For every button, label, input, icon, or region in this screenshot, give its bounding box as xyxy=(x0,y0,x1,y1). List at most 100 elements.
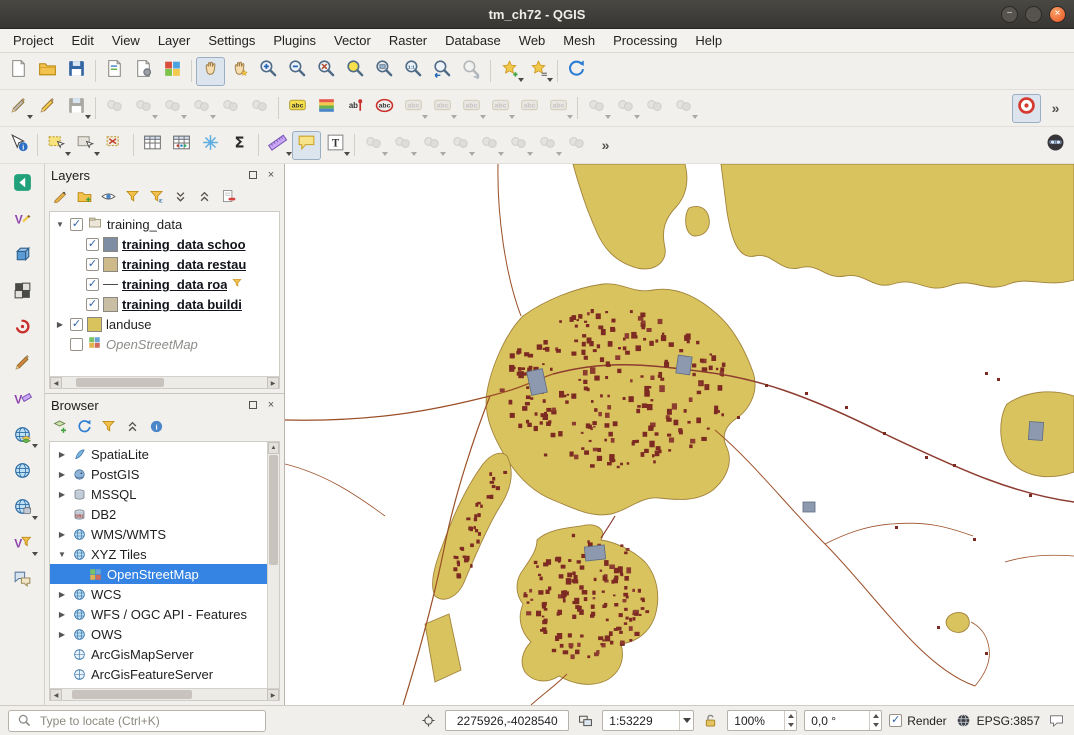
toolbar-overflow-3-button[interactable]: » xyxy=(591,131,620,160)
layer-visibility-checkbox[interactable] xyxy=(70,338,83,351)
new-bookmark-button[interactable] xyxy=(495,57,524,86)
browser-item-wfs-ogc-api-features[interactable]: ▶WFS / OGC API - Features xyxy=(50,604,267,624)
expander-icon[interactable]: ▼ xyxy=(54,220,66,229)
spin-down-icon[interactable] xyxy=(870,721,881,731)
filter-expression-button[interactable]: ε xyxy=(146,188,167,209)
scroll-track[interactable] xyxy=(62,689,267,700)
digitize-shape-button[interactable]: V xyxy=(7,205,38,236)
browser-item-db2[interactable]: DB2DB2 xyxy=(50,504,267,524)
vertex-tool-button[interactable] xyxy=(187,94,216,123)
geometry-gray-3-button[interactable] xyxy=(417,131,446,160)
layer-visibility-checkbox[interactable]: ✓ xyxy=(86,238,99,251)
label-rainbow-button[interactable] xyxy=(312,94,341,123)
browser-properties-button[interactable]: i xyxy=(146,418,167,439)
layer-item-landuse[interactable]: ▶✓landuse xyxy=(50,314,279,334)
zoom-full-button[interactable] xyxy=(312,57,341,86)
label-abc-button[interactable]: abc xyxy=(283,94,312,123)
chevron-down-icon[interactable] xyxy=(679,711,693,730)
text-annotation-button[interactable]: T xyxy=(321,131,350,160)
scale-combobox[interactable]: 1:53229 xyxy=(602,710,694,731)
menu-layer[interactable]: Layer xyxy=(149,31,200,50)
browser-item-xyz-tiles[interactable]: ▼XYZ Tiles xyxy=(50,544,267,564)
digitize-line-button[interactable] xyxy=(129,94,158,123)
browser-item-wcs[interactable]: ▶WCS xyxy=(50,584,267,604)
diagram-gray-4-button[interactable] xyxy=(669,94,698,123)
geometry-gray-8-button[interactable] xyxy=(562,131,591,160)
browser-panel-header[interactable]: Browser × xyxy=(45,394,284,416)
menu-edit[interactable]: Edit xyxy=(62,31,102,50)
browser-item-ows[interactable]: ▶OWS xyxy=(50,624,267,644)
label-gray-3-button[interactable]: abc xyxy=(457,94,486,123)
open-layer-styling-button[interactable] xyxy=(50,188,71,209)
browser-float-button[interactable] xyxy=(246,398,260,412)
spin-up-icon[interactable] xyxy=(870,711,881,721)
browser-close-button[interactable]: × xyxy=(264,398,278,412)
label-abc-ring-button[interactable]: abc xyxy=(370,94,399,123)
layout-manager-button[interactable] xyxy=(129,57,158,86)
crs-status-button[interactable]: EPSG:3857 xyxy=(954,711,1040,730)
layer-visibility-checkbox[interactable]: ✓ xyxy=(86,298,99,311)
annotation-spiral-button[interactable] xyxy=(7,313,38,344)
geometry-gray-4-button[interactable] xyxy=(446,131,475,160)
filter-browser-button[interactable] xyxy=(98,418,119,439)
label-gray-6-button[interactable]: abc xyxy=(544,94,573,123)
deselect-features-button[interactable] xyxy=(100,131,129,160)
zoom-next-button[interactable] xyxy=(457,57,486,86)
spin-up-icon[interactable] xyxy=(785,711,796,721)
expander-icon[interactable]: ▶ xyxy=(54,320,66,329)
browser-item-arcgismapserver[interactable]: ArcGisMapServer xyxy=(50,644,267,664)
select-by-form-button[interactable] xyxy=(71,131,100,160)
map-canvas[interactable] xyxy=(285,164,1074,705)
label-ab-pin-button[interactable]: ab xyxy=(341,94,370,123)
expander-icon[interactable]: ▶ xyxy=(56,470,68,479)
layers-close-button[interactable]: × xyxy=(264,168,278,182)
measure-button[interactable] xyxy=(263,131,292,160)
layer-visibility-checkbox[interactable]: ✓ xyxy=(70,218,83,231)
lock-scale-icon[interactable] xyxy=(701,711,720,730)
collapse-all-button[interactable] xyxy=(122,418,143,439)
scroll-thumb[interactable] xyxy=(72,690,192,699)
scroll-left-arrow[interactable]: ◀ xyxy=(50,377,62,389)
collapse-all-button[interactable] xyxy=(194,188,215,209)
zoom-out-button[interactable] xyxy=(283,57,312,86)
mesh-cube-button[interactable] xyxy=(7,241,38,272)
scroll-track[interactable] xyxy=(62,377,267,388)
zoom-to-selection-button[interactable] xyxy=(341,57,370,86)
vector-funnel-button[interactable]: V xyxy=(7,529,38,560)
select-features-button[interactable] xyxy=(42,131,71,160)
scroll-thumb[interactable] xyxy=(269,455,278,565)
browser-vscrollbar[interactable]: ▲ xyxy=(267,442,279,688)
layer-item-training-data-roa[interactable]: ✓training_data roa xyxy=(50,274,279,294)
layer-item-training-data-buildi[interactable]: ✓training_data buildi xyxy=(50,294,279,314)
menu-project[interactable]: Project xyxy=(4,31,62,50)
field-calculator-button[interactable] xyxy=(167,131,196,160)
geometry-gray-7-button[interactable] xyxy=(533,131,562,160)
identify-features-button[interactable]: i xyxy=(4,131,33,160)
menu-raster[interactable]: Raster xyxy=(380,31,436,50)
sketch-pencil-button[interactable] xyxy=(7,349,38,380)
layer-visibility-checkbox[interactable]: ✓ xyxy=(70,318,83,331)
expander-icon[interactable]: ▶ xyxy=(56,610,68,619)
geometry-gray-6-button[interactable] xyxy=(504,131,533,160)
label-gray-5-button[interactable]: abc xyxy=(515,94,544,123)
titlebar[interactable]: tm_ch72 - QGIS − × xyxy=(0,0,1074,29)
digitize-polygon-button[interactable] xyxy=(158,94,187,123)
menu-vector[interactable]: Vector xyxy=(325,31,380,50)
browser-item-openstreetmap[interactable]: OpenStreetMap xyxy=(50,564,267,584)
label-gray-1-button[interactable]: abc xyxy=(399,94,428,123)
menu-settings[interactable]: Settings xyxy=(199,31,264,50)
render-checkbox-group[interactable]: ✓ Render xyxy=(889,714,946,728)
zoom-last-button[interactable] xyxy=(428,57,457,86)
messages-icon[interactable] xyxy=(1047,711,1066,730)
remove-layer-button[interactable] xyxy=(218,188,239,209)
back-view-button[interactable] xyxy=(7,169,38,200)
browser-item-geonode[interactable]: GeoNode xyxy=(50,684,267,688)
browser-item-mssql[interactable]: ▶MSSQL xyxy=(50,484,267,504)
layer-visibility-checkbox[interactable]: ✓ xyxy=(86,278,99,291)
menu-help[interactable]: Help xyxy=(686,31,731,50)
rotation-spinbox[interactable]: 0,0 ° xyxy=(804,710,882,731)
scroll-thumb[interactable] xyxy=(76,378,164,387)
new-print-layout-button[interactable] xyxy=(100,57,129,86)
layers-panel-header[interactable]: Layers × xyxy=(45,164,284,186)
extents-toggle-icon[interactable] xyxy=(576,711,595,730)
